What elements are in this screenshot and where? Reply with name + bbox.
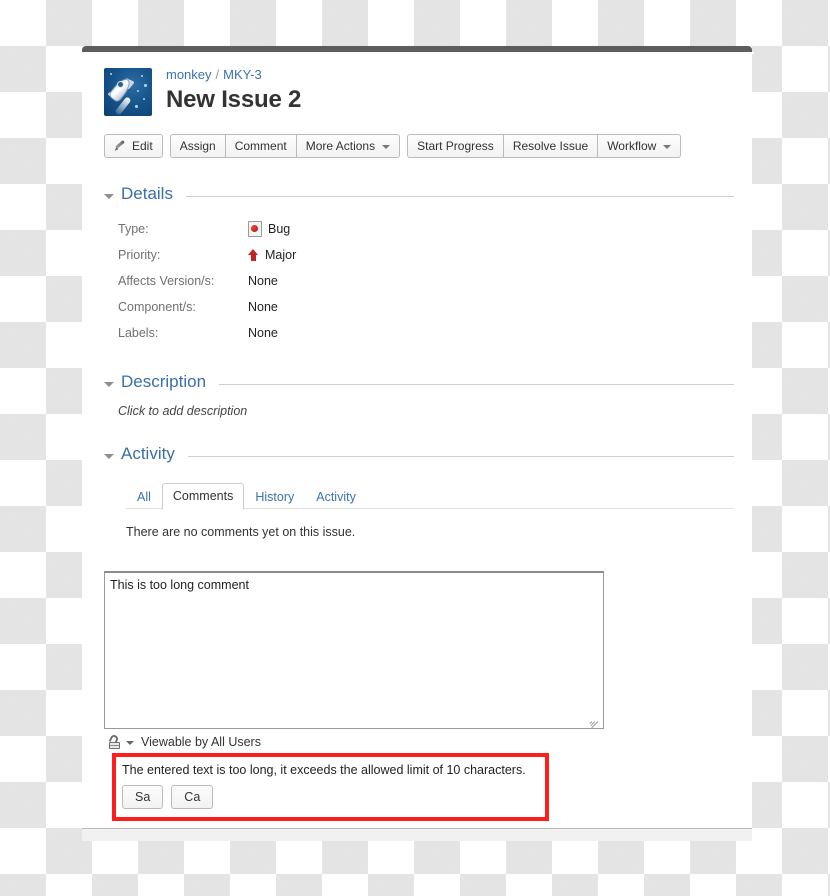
activity-collapse-twisty-icon[interactable] [104,453,114,459]
textarea-resize-handle[interactable] [587,711,599,729]
activity-tabs: All Comments History Activity [104,482,734,510]
issue-window: monkey / MKY-3 New Issue 2 Edit Assign Com… [82,46,754,841]
cancel-button[interactable]: Ca [171,785,214,809]
rocket-avatar-icon [104,68,152,116]
tab-comments[interactable]: Comments [161,483,245,510]
field-value: None [248,274,278,288]
field-row-affects-version: Affects Version/s: None [118,268,734,294]
assign-button[interactable]: Assign [169,134,226,158]
tab-activity[interactable]: Activity [305,484,367,510]
details-section-title: Details [121,184,173,203]
validation-error-message: The entered text is too long, it exceeds… [122,763,526,777]
activity-section-header: Activity [104,444,734,464]
details-field-list: Type: Bug Priority: Major Affects Versio… [104,216,734,346]
field-row-priority: Priority: Major [118,242,734,268]
description-collapse-twisty-icon[interactable] [104,381,114,387]
comment-visibility-row[interactable]: Viewable by All Users [104,733,734,749]
window-footer [82,828,752,841]
page-title: New Issue 2 [166,86,302,113]
field-value: None [248,300,278,314]
description-section: Description Click to add description [100,372,734,418]
issue-header: monkey / MKY-3 New Issue 2 [100,64,734,116]
comment-form: Viewable by All Users The entered text i… [100,571,734,821]
field-value: None [248,326,278,340]
field-row-labels: Labels: None [118,320,734,346]
field-row-type: Type: Bug [118,216,734,242]
description-section-title: Description [121,372,207,391]
breadcrumb: monkey / MKY-3 [166,66,301,83]
breadcrumb-separator: / [215,67,220,82]
more-actions-button[interactable]: More Actions [296,134,401,158]
section-divider [219,383,734,385]
field-value: Major [248,248,296,262]
comment-visibility-label: Viewable by All Users [141,735,261,749]
edit-button[interactable]: Edit [104,134,163,158]
field-value-text: None [248,326,278,340]
field-label: Component/s: [118,300,196,314]
field-label: Type: [118,222,149,236]
field-value-text: None [248,300,278,314]
bug-icon [248,221,262,237]
description-placeholder[interactable]: Click to add description [104,404,734,418]
field-value-text: None [248,274,278,288]
major-priority-icon [248,248,259,262]
unlocked-padlock-icon [108,733,121,749]
comment-textarea[interactable] [104,571,604,729]
details-section: Details Type: Bug Priority: Major Affect… [100,184,734,346]
tab-all[interactable]: All [126,484,162,510]
details-collapse-twisty-icon[interactable] [104,193,114,199]
workflow-label: Workflow [607,139,657,153]
field-value-text: Major [265,248,297,262]
workflow-button[interactable]: Workflow [598,134,682,158]
field-label: Priority: [118,248,161,262]
issue-actions-group: Assign Comment More Actions [169,134,401,158]
start-progress-button[interactable]: Start Progress [407,134,504,158]
activity-section: Activity All Comments History Activity T… [100,444,734,539]
workflow-actions-group: Start Progress Resolve Issue Workflow [407,134,682,158]
pencil-icon [114,140,127,153]
field-row-components: Component/s: None [118,294,734,320]
chevron-down-icon[interactable] [126,741,134,745]
empty-comments-message: There are no comments yet on this issue. [126,525,356,539]
field-value-text: Bug [268,222,291,236]
resolve-issue-button[interactable]: Resolve Issue [503,134,599,158]
validation-error-highlight: The entered text is too long, it exceeds… [112,753,549,821]
activity-section-title: Activity [121,444,175,463]
section-divider [185,195,734,197]
issue-toolbar: Edit Assign Comment More Actions Start P… [104,134,734,158]
breadcrumb-project-link[interactable]: monkey [166,67,212,82]
edit-button-label: Edit [132,139,153,153]
chevron-down-icon [382,145,391,149]
comment-form-actions: Sa Ca [122,785,539,809]
breadcrumb-issue-link[interactable]: MKY-3 [223,67,262,82]
issue-content: monkey / MKY-3 New Issue 2 Edit Assign Com… [82,52,752,847]
more-actions-label: More Actions [305,139,376,153]
description-section-header: Description [104,372,734,392]
tab-history[interactable]: History [244,484,305,510]
comment-button[interactable]: Comment [225,134,297,158]
details-section-header: Details [104,184,734,204]
field-label: Labels: [118,326,159,340]
chevron-down-icon [663,145,672,149]
field-label: Affects Version/s: [118,274,215,288]
field-value: Bug [248,221,290,237]
section-divider [187,455,734,457]
issue-header-text: monkey / MKY-3 New Issue 2 [166,64,301,114]
save-button[interactable]: Sa [122,785,164,809]
